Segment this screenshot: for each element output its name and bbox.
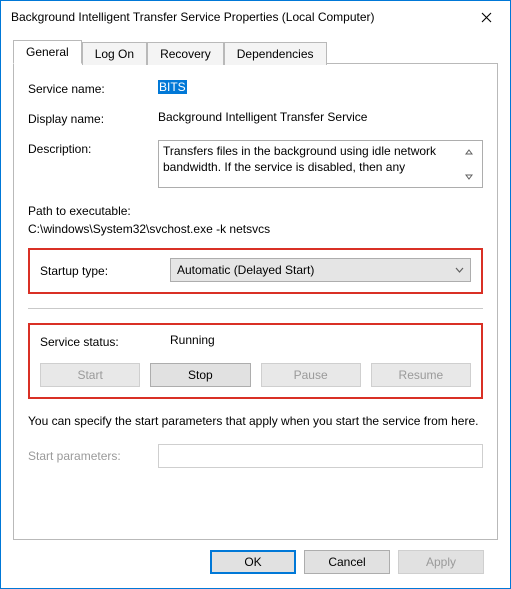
service-status-label: Service status: bbox=[40, 333, 170, 349]
description-box: Transfers files in the background using … bbox=[158, 140, 483, 188]
apply-button: Apply bbox=[398, 550, 484, 574]
cancel-button[interactable]: Cancel bbox=[304, 550, 390, 574]
display-name-label: Display name: bbox=[28, 110, 158, 126]
description-text: Transfers files in the background using … bbox=[163, 143, 461, 175]
service-status-value: Running bbox=[170, 333, 471, 347]
tab-general[interactable]: General bbox=[13, 40, 82, 64]
close-icon[interactable] bbox=[464, 2, 508, 32]
ok-button[interactable]: OK bbox=[210, 550, 296, 574]
display-name-value: Background Intelligent Transfer Service bbox=[158, 110, 483, 124]
startup-type-highlight: Startup type: Automatic (Delayed Start) bbox=[28, 248, 483, 294]
startup-type-label: Startup type: bbox=[40, 262, 170, 278]
start-parameters-hint: You can specify the start parameters tha… bbox=[28, 413, 483, 430]
service-status-highlight: Service status: Running Start Stop Pause… bbox=[28, 323, 483, 399]
separator bbox=[28, 308, 483, 309]
path-value: C:\windows\System32\svchost.exe -k netsv… bbox=[28, 220, 483, 238]
startup-type-value: Automatic (Delayed Start) bbox=[177, 263, 314, 277]
scroll-up-icon[interactable] bbox=[461, 144, 476, 159]
tabstrip: General Log On Recovery Dependencies bbox=[13, 40, 498, 64]
dialog-window: Background Intelligent Transfer Service … bbox=[0, 0, 511, 589]
content-area: General Log On Recovery Dependencies Ser… bbox=[1, 33, 510, 588]
scroll-down-icon[interactable] bbox=[461, 169, 476, 184]
tab-dependencies[interactable]: Dependencies bbox=[224, 42, 327, 65]
dialog-footer: OK Cancel Apply bbox=[13, 540, 498, 576]
window-title: Background Intelligent Transfer Service … bbox=[11, 10, 464, 24]
tab-panel-general: Service name: BITS Display name: Backgro… bbox=[13, 63, 498, 540]
start-button: Start bbox=[40, 363, 140, 387]
titlebar: Background Intelligent Transfer Service … bbox=[1, 1, 510, 33]
description-label: Description: bbox=[28, 140, 158, 156]
start-parameters-input bbox=[158, 444, 483, 468]
service-name-label: Service name: bbox=[28, 80, 158, 96]
stop-button[interactable]: Stop bbox=[150, 363, 250, 387]
chevron-down-icon bbox=[455, 265, 464, 275]
tab-logon[interactable]: Log On bbox=[82, 42, 147, 65]
path-label: Path to executable: bbox=[28, 202, 483, 220]
service-name-value: BITS bbox=[158, 80, 483, 94]
tab-recovery[interactable]: Recovery bbox=[147, 42, 224, 65]
pause-button: Pause bbox=[261, 363, 361, 387]
start-parameters-label: Start parameters: bbox=[28, 449, 158, 463]
path-block: Path to executable: C:\windows\System32\… bbox=[28, 202, 483, 238]
startup-type-combo[interactable]: Automatic (Delayed Start) bbox=[170, 258, 471, 282]
resume-button: Resume bbox=[371, 363, 471, 387]
description-scrollbar[interactable] bbox=[461, 143, 478, 185]
